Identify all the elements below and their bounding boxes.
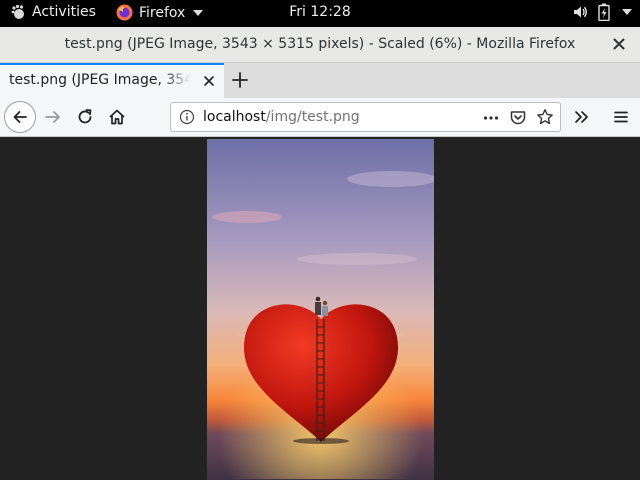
close-icon[interactable]	[610, 35, 628, 53]
gnome-foot-icon	[11, 4, 24, 19]
url-host: localhost	[203, 109, 266, 125]
clock[interactable]: Fri 12:28	[289, 4, 350, 20]
info-icon[interactable]	[179, 109, 195, 125]
page-actions-icon[interactable]	[482, 109, 500, 127]
url-bar[interactable]: localhost/img/test.png	[170, 102, 561, 132]
menu-icon[interactable]	[611, 107, 631, 127]
tab-strip: test.png (JPEG Image, 3543 × 5315 pixels…	[0, 63, 640, 98]
displayed-image[interactable]	[207, 139, 434, 480]
reload-icon[interactable]	[75, 107, 95, 127]
overflow-icon[interactable]	[572, 107, 592, 127]
firefox-icon	[116, 4, 133, 21]
forward-icon[interactable]	[43, 107, 63, 127]
pocket-icon[interactable]	[509, 109, 527, 127]
app-menu-label: Firefox	[139, 4, 186, 21]
system-tray[interactable]	[572, 3, 632, 21]
url-path: /img/test.png	[265, 109, 360, 125]
chevron-down-icon	[622, 9, 632, 15]
activities-label: Activities	[32, 4, 96, 20]
tab-test-png[interactable]: test.png (JPEG Image, 3543 × 5315 pixels…	[0, 63, 224, 98]
activities-button[interactable]: Activities	[10, 4, 96, 20]
volume-icon	[574, 6, 587, 18]
app-menu[interactable]: Firefox	[116, 4, 204, 21]
navigation-toolbar: localhost/img/test.png	[0, 98, 640, 137]
new-tab-icon[interactable]	[230, 70, 250, 90]
back-icon	[13, 111, 27, 123]
window-title-bar[interactable]: test.png (JPEG Image, 3543 × 5315 pixels…	[0, 27, 640, 63]
bookmark-star-icon[interactable]	[536, 108, 554, 126]
tab-close-icon[interactable]	[202, 74, 216, 88]
tab-label: test.png (JPEG Image, 3543 × 5315 pixels…	[9, 72, 191, 88]
battery-icon	[598, 3, 610, 21]
url-text[interactable]: localhost/img/test.png	[203, 109, 360, 125]
gnome-top-bar: Activities Firefox Fri 12:28	[0, 0, 640, 27]
page-content	[0, 137, 640, 480]
home-icon[interactable]	[107, 107, 127, 127]
window-title: test.png (JPEG Image, 3543 × 5315 pixels…	[64, 36, 576, 52]
chevron-down-icon	[193, 9, 204, 16]
back-button[interactable]	[4, 101, 36, 133]
